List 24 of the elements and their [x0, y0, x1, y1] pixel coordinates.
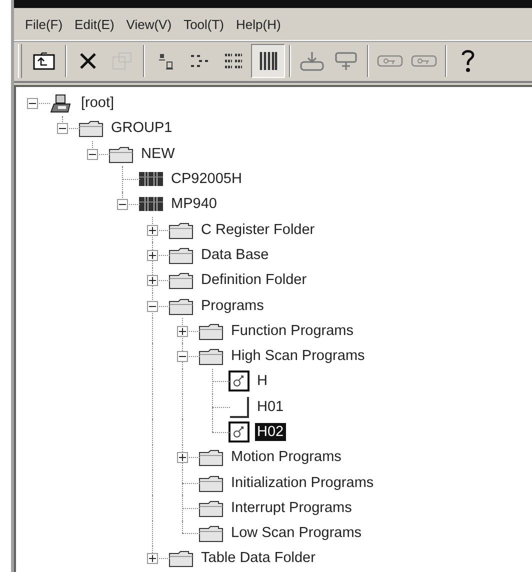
tree-item[interactable]: Data Base: [199, 246, 271, 264]
menu-item[interactable]: Help(H): [231, 14, 286, 36]
tree-item[interactable]: Low Scan Programs: [229, 524, 364, 542]
tree-item[interactable]: CP92005H: [169, 170, 244, 188]
menu-item[interactable]: View(V): [121, 14, 177, 36]
tree-item[interactable]: H02: [255, 423, 286, 441]
tree-item[interactable]: NEW: [139, 144, 177, 163]
tree-item[interactable]: C Register Folder: [199, 220, 317, 239]
tree-item[interactable]: H: [255, 372, 270, 390]
tree-item[interactable]: GROUP1: [109, 119, 174, 138]
tree-item[interactable]: Motion Programs: [229, 448, 344, 466]
tree-item[interactable]: MP940: [169, 195, 219, 214]
tree-item[interactable]: High Scan Programs: [229, 347, 367, 366]
menu-item[interactable]: Tool(T): [178, 14, 230, 36]
tree-item[interactable]: [root]: [79, 94, 116, 112]
menu-item[interactable]: Edit(E): [70, 14, 120, 36]
tree-item[interactable]: Initialization Programs: [229, 474, 376, 492]
tree-item[interactable]: Programs: [199, 296, 266, 315]
tree-item[interactable]: Table Data Folder: [199, 549, 318, 568]
tree-item[interactable]: H01: [255, 398, 286, 416]
menu-item[interactable]: File(F): [20, 14, 68, 36]
tree-item[interactable]: Definition Folder: [199, 271, 309, 290]
tree-item[interactable]: Function Programs: [229, 322, 356, 340]
tree-item[interactable]: Interrupt Programs: [229, 498, 354, 517]
